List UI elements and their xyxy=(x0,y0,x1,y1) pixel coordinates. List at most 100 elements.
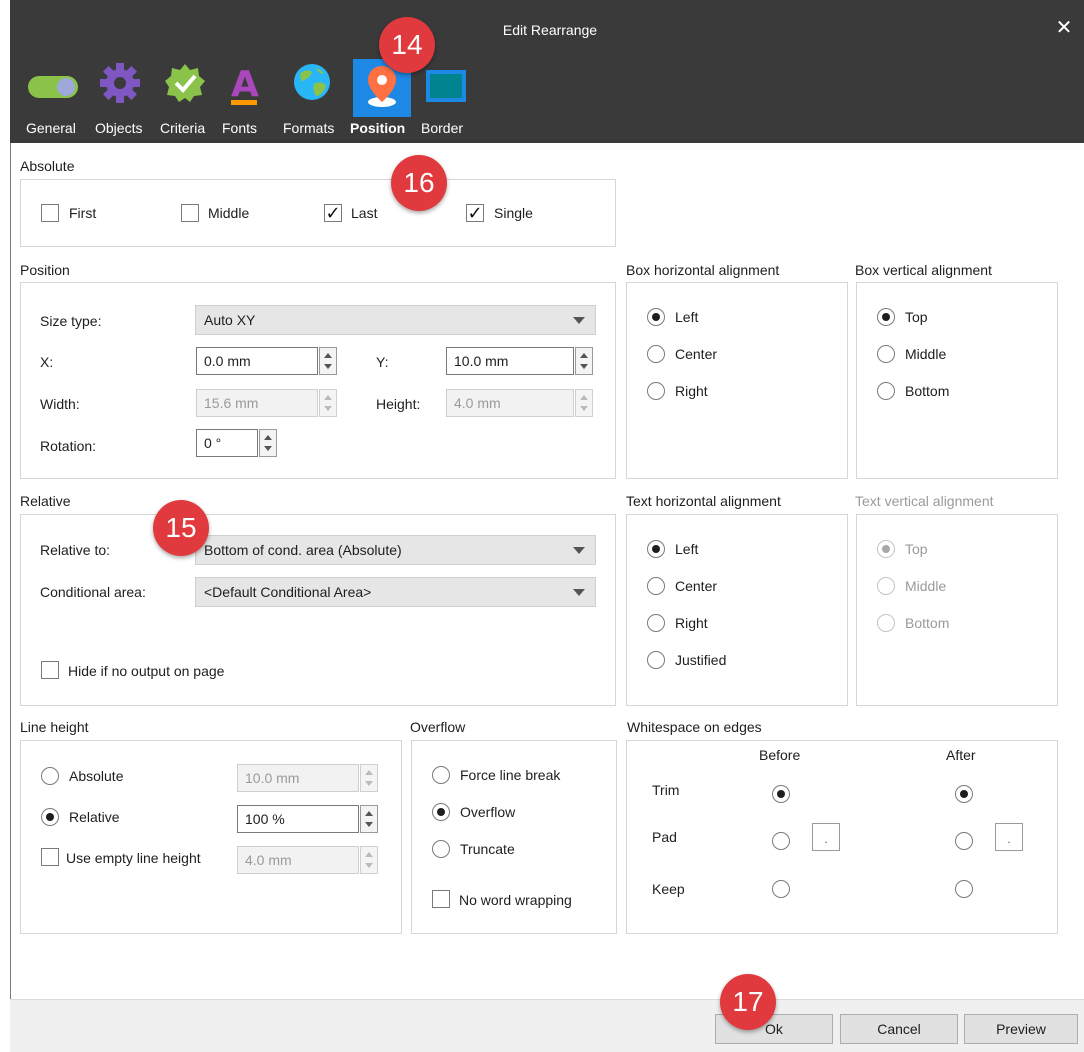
relative-to-select[interactable]: Bottom of cond. area (Absolute) xyxy=(195,535,596,565)
overflow-radio[interactable] xyxy=(432,803,450,821)
text-v-bottom-radio[interactable] xyxy=(877,614,895,632)
box-h-align-label: Box horizontal alignment xyxy=(626,262,780,278)
height-input[interactable]: 4.0 mm xyxy=(446,389,574,417)
box-v-bottom-radio[interactable] xyxy=(877,382,895,400)
cancel-button[interactable]: Cancel xyxy=(840,1014,958,1044)
force-line-break-radio[interactable] xyxy=(432,766,450,784)
text-h-justified-radio[interactable] xyxy=(647,651,665,669)
box-h-left-radio[interactable] xyxy=(647,308,665,326)
text-h-left-label: Left xyxy=(675,541,699,557)
box-v-top-label: Top xyxy=(905,309,928,325)
line-height-absolute-value: 10.0 mm xyxy=(245,770,300,786)
first-checkbox[interactable] xyxy=(41,204,59,222)
close-icon[interactable]: ✕ xyxy=(1054,16,1074,40)
height-value: 4.0 mm xyxy=(454,395,501,411)
pad-before-input[interactable]: . xyxy=(812,823,840,851)
relative-to-value: Bottom of cond. area (Absolute) xyxy=(204,542,402,558)
line-height-absolute-input[interactable]: 10.0 mm xyxy=(237,764,359,792)
line-height-group-label: Line height xyxy=(20,719,89,735)
box-v-middle-label: Middle xyxy=(905,346,947,362)
box-v-align-label: Box vertical alignment xyxy=(855,262,992,278)
size-type-label: Size type: xyxy=(40,313,102,329)
tab-border[interactable]: Border xyxy=(421,120,463,136)
trim-after-radio[interactable] xyxy=(955,785,973,803)
trim-before-radio[interactable] xyxy=(772,785,790,803)
tab-general[interactable]: General xyxy=(26,120,76,136)
font-icon[interactable]: A xyxy=(228,60,260,108)
text-h-center-radio[interactable] xyxy=(647,577,665,595)
relative-group-label: Relative xyxy=(20,493,71,509)
keep-after-radio[interactable] xyxy=(955,880,973,898)
x-spinner[interactable] xyxy=(319,347,337,375)
rotation-input[interactable]: 0 ° xyxy=(196,429,258,457)
text-h-center-label: Center xyxy=(675,578,718,594)
box-v-bottom-label: Bottom xyxy=(905,383,950,399)
callout-badge-14: 14 xyxy=(379,17,435,73)
truncate-radio[interactable] xyxy=(432,840,450,858)
text-v-top-radio[interactable] xyxy=(877,540,895,558)
box-h-right-radio[interactable] xyxy=(647,382,665,400)
x-value: 0.0 mm xyxy=(204,353,251,369)
border-icon[interactable] xyxy=(424,68,470,108)
box-v-top-radio[interactable] xyxy=(877,308,895,326)
empty-line-height-value: 4.0 mm xyxy=(245,852,292,868)
line-height-absolute-radio[interactable] xyxy=(41,767,59,785)
cond-area-select[interactable]: <Default Conditional Area> xyxy=(195,577,596,607)
middle-label: Middle xyxy=(208,205,250,221)
middle-checkbox[interactable] xyxy=(181,204,199,222)
globe-icon[interactable] xyxy=(292,62,332,102)
empty-line-height-spinner[interactable] xyxy=(360,846,378,874)
chevron-down-icon xyxy=(573,589,585,596)
text-h-left-radio[interactable] xyxy=(647,540,665,558)
line-height-relative-spinner[interactable] xyxy=(360,805,378,833)
height-spinner[interactable] xyxy=(575,389,593,417)
single-checkbox[interactable]: ✓ xyxy=(466,204,484,222)
callout-badge-15: 15 xyxy=(153,500,209,556)
pad-after-radio[interactable] xyxy=(955,832,973,850)
first-label: First xyxy=(69,205,97,221)
toggle-icon[interactable] xyxy=(26,70,84,106)
line-height-absolute-spinner[interactable] xyxy=(360,764,378,792)
size-type-value: Auto XY xyxy=(204,312,256,328)
text-h-right-radio[interactable] xyxy=(647,614,665,632)
box-h-center-radio[interactable] xyxy=(647,345,665,363)
pad-after-input[interactable]: . xyxy=(995,823,1023,851)
tab-formats[interactable]: Formats xyxy=(283,120,334,136)
rotation-value: 0 ° xyxy=(204,435,222,451)
width-input[interactable]: 15.6 mm xyxy=(196,389,318,417)
line-height-relative-input[interactable]: 100 % xyxy=(237,805,359,833)
box-v-middle-radio[interactable] xyxy=(877,345,895,363)
text-v-middle-radio[interactable] xyxy=(877,577,895,595)
line-height-relative-value: 100 % xyxy=(245,811,285,827)
hide-if-no-output-checkbox[interactable] xyxy=(41,661,59,679)
empty-line-height-label: Use empty line height xyxy=(66,850,201,866)
tab-fonts[interactable]: Fonts xyxy=(222,120,257,136)
gear-icon[interactable] xyxy=(100,62,140,104)
width-value: 15.6 mm xyxy=(204,395,259,411)
size-type-select[interactable]: Auto XY xyxy=(195,305,596,335)
line-height-relative-radio[interactable] xyxy=(41,808,59,826)
tab-criteria[interactable]: Criteria xyxy=(160,120,205,136)
preview-button[interactable]: Preview xyxy=(964,1014,1078,1044)
whitespace-trim-label: Trim xyxy=(652,782,680,798)
width-spinner[interactable] xyxy=(319,389,337,417)
y-spinner[interactable] xyxy=(575,347,593,375)
height-label: Height: xyxy=(376,396,421,412)
text-v-align-label: Text vertical alignment xyxy=(855,493,994,509)
last-checkbox[interactable]: ✓ xyxy=(324,204,342,222)
no-word-wrapping-checkbox[interactable] xyxy=(432,890,450,908)
y-input[interactable]: 10.0 mm xyxy=(446,347,574,375)
y-value: 10.0 mm xyxy=(454,353,509,369)
empty-line-height-checkbox[interactable] xyxy=(41,848,59,866)
tab-position[interactable]: Position xyxy=(350,120,405,136)
x-input[interactable]: 0.0 mm xyxy=(196,347,318,375)
box-h-right-label: Right xyxy=(675,383,708,399)
rotation-spinner[interactable] xyxy=(259,429,277,457)
chevron-down-icon xyxy=(573,547,585,554)
keep-before-radio[interactable] xyxy=(772,880,790,898)
tab-objects[interactable]: Objects xyxy=(95,120,142,136)
empty-line-height-input[interactable]: 4.0 mm xyxy=(237,846,359,874)
pad-before-radio[interactable] xyxy=(772,832,790,850)
check-badge-icon[interactable] xyxy=(164,62,206,104)
text-h-justified-label: Justified xyxy=(675,652,727,668)
